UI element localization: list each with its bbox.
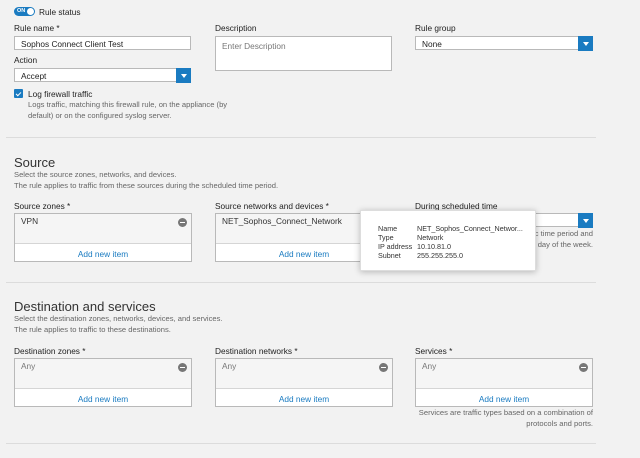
source-title: Source — [14, 155, 56, 170]
tooltip-key: Type — [378, 233, 394, 242]
tooltip-key: IP address — [378, 242, 413, 251]
remove-icon[interactable] — [178, 363, 187, 372]
source-zones-label: Source zones * — [14, 201, 71, 211]
tooltip-value: NET_Sophos_Connect_Networ... — [417, 224, 523, 233]
tooltip-key: Name — [378, 224, 398, 233]
divider — [6, 282, 596, 283]
destination-network-item: Any — [222, 361, 237, 371]
tooltip-value: 255.255.255.0 — [417, 251, 463, 260]
tooltip-value: Network — [417, 233, 444, 242]
add-destination-zone-link[interactable]: Add new item — [15, 394, 191, 404]
list-item: Any — [216, 359, 392, 389]
chevron-down-icon[interactable] — [578, 213, 593, 228]
list-item: Any — [416, 359, 592, 389]
destination-title: Destination and services — [14, 299, 156, 314]
chevron-down-icon[interactable] — [578, 36, 593, 51]
destination-networks-label: Destination networks * — [215, 346, 298, 356]
destination-zones-label: Destination zones * — [14, 346, 86, 356]
source-description: Select the source zones, networks, and d… — [14, 170, 279, 190]
add-destination-network-link[interactable]: Add new item — [216, 394, 392, 404]
action-select[interactable]: Accept — [14, 68, 191, 83]
rule-name-label: Rule name * — [14, 23, 60, 33]
destination-description: Select the destination zones, networks, … — [14, 314, 223, 334]
destination-networks-box: Any Add new item — [215, 358, 393, 407]
remove-icon[interactable] — [178, 218, 187, 227]
action-label: Action — [14, 55, 38, 65]
rule-group-select[interactable]: None — [415, 36, 593, 51]
tooltip-value: 10.10.81.0 — [417, 242, 451, 251]
services-label: Services * — [415, 346, 453, 356]
service-item: Any — [422, 361, 437, 371]
source-zone-item: VPN — [21, 216, 39, 226]
list-item: VPN — [15, 214, 191, 244]
divider — [6, 137, 596, 138]
rule-group-value: None — [422, 39, 442, 49]
description-textarea[interactable]: Enter Description — [215, 36, 392, 71]
chevron-down-icon[interactable] — [176, 68, 191, 83]
add-source-zone-link[interactable]: Add new item — [15, 249, 191, 259]
source-network-item[interactable]: NET_Sophos_Connect_Network — [222, 216, 342, 226]
description-label: Description — [215, 23, 257, 33]
divider — [6, 443, 596, 444]
remove-icon[interactable] — [379, 363, 388, 372]
destination-zones-box: Any Add new item — [14, 358, 192, 407]
log-traffic-checkbox[interactable] — [14, 89, 23, 98]
rule-status-toggle[interactable]: ON — [14, 7, 35, 16]
remove-icon[interactable] — [579, 363, 588, 372]
log-traffic-help: Logs traffic, matching this firewall rul… — [28, 100, 228, 120]
add-service-link[interactable]: Add new item — [416, 394, 592, 404]
tooltip-key: Subnet — [378, 251, 401, 260]
rule-status-label: Rule status — [39, 7, 81, 17]
list-item: Any — [15, 359, 191, 389]
rule-name-input[interactable]: Sophos Connect Client Test — [14, 36, 191, 50]
action-value: Accept — [21, 71, 47, 81]
rule-group-label: Rule group — [415, 23, 456, 33]
destination-zone-item: Any — [21, 361, 36, 371]
network-details-tooltip: Name NET_Sophos_Connect_Networ... Type N… — [360, 210, 536, 271]
services-help: Services are traffic types based on a co… — [418, 408, 593, 428]
source-zones-box: VPN Add new item — [14, 213, 192, 262]
source-networks-label: Source networks and devices * — [215, 201, 329, 211]
services-box: Any Add new item — [415, 358, 593, 407]
log-traffic-label: Log firewall traffic — [28, 89, 93, 99]
